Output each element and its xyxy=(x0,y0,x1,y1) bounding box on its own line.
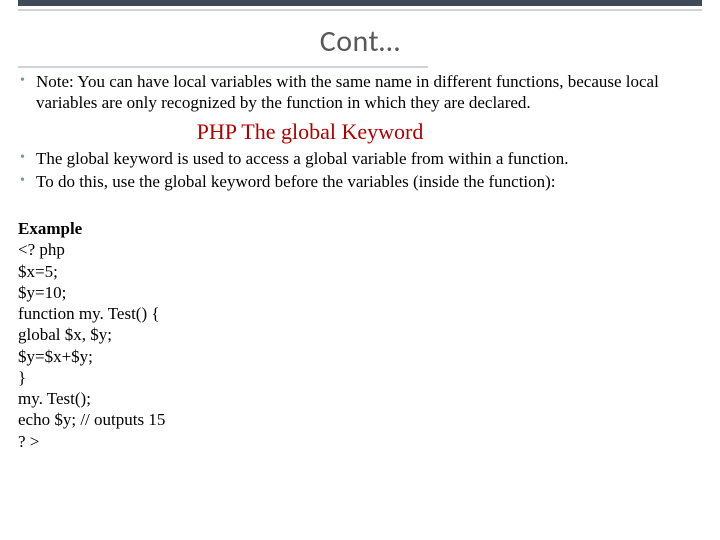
example-label: Example xyxy=(18,219,82,238)
code-line: } xyxy=(18,368,26,387)
code-line: $y=$x+$y; xyxy=(18,347,93,366)
example-block: Example <? php $x=5; $y=10; function my.… xyxy=(18,197,702,452)
list-item: Note: You can have local variables with … xyxy=(18,72,702,113)
bullet-list-2: The global keyword is used to access a g… xyxy=(18,149,702,192)
list-item: The global keyword is used to access a g… xyxy=(18,149,702,170)
top-rule-dark xyxy=(18,0,702,6)
code-line: $y=10; xyxy=(18,283,66,302)
code-line: <? php xyxy=(18,240,65,259)
list-item: To do this, use the global keyword befor… xyxy=(18,172,702,193)
top-rule-light xyxy=(18,9,702,11)
code-line: my. Test(); xyxy=(18,389,91,408)
code-line: function my. Test() { xyxy=(18,304,160,323)
code-line: global $x, $y; xyxy=(18,325,112,344)
code-line: $x=5; xyxy=(18,262,58,281)
bullet-list-1: Note: You can have local variables with … xyxy=(18,72,702,113)
subheading: PHP The global Keyword xyxy=(0,119,500,145)
code-line: echo $y; // outputs 15 xyxy=(18,410,165,429)
code-line: ? > xyxy=(18,432,39,451)
title-underline xyxy=(18,66,428,68)
slide-title: Cont… xyxy=(0,23,720,60)
